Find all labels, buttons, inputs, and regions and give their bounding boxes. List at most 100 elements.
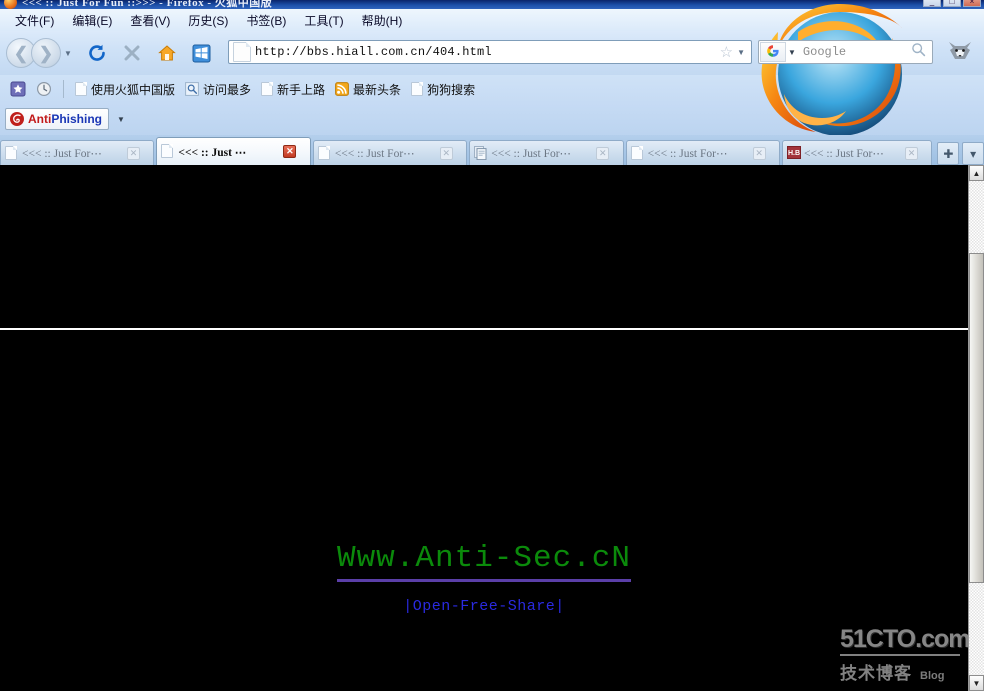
menu-item-help[interactable]: 帮助(H) (353, 10, 412, 31)
tab-close-button[interactable]: ✕ (283, 145, 297, 158)
page-icon (317, 145, 330, 160)
page-icon (411, 82, 424, 96)
new-tab-button[interactable]: ✚ (937, 142, 960, 165)
menu-item-edit[interactable]: 编辑(E) (63, 10, 121, 31)
scrollbar-track[interactable] (969, 181, 984, 675)
tab-3[interactable]: <<< :: Just For⋯ ✕ (469, 140, 624, 165)
antiphishing-label-phishing: Phishing (51, 112, 102, 126)
reload-icon (89, 44, 105, 61)
tab-2[interactable]: <<< :: Just For⋯ ✕ (312, 140, 468, 165)
search-folder-icon (185, 82, 199, 96)
search-magnifier-icon[interactable] (911, 42, 926, 62)
document-icon (474, 145, 487, 160)
forward-arrow-icon: ❯ (38, 43, 54, 63)
tab-title: <<< :: Just For⋯ (22, 148, 102, 160)
bookmark-item-1[interactable]: 访问最多 (180, 79, 256, 100)
close-button[interactable]: × (963, 0, 981, 7)
google-icon (766, 44, 781, 61)
tab-1-active[interactable]: <<< :: Just ⋯ ✕ (156, 137, 311, 165)
bookmark-label: 狗狗搜索 (427, 82, 476, 97)
bookmark-item-2[interactable]: 新手上路 (256, 79, 330, 100)
back-forward-group: ❮ ❯ ▼ (6, 38, 72, 68)
bookmark-item-0[interactable]: 使用火狐中国版 (70, 79, 180, 100)
tab-list-dropdown-button[interactable]: ▾ (962, 142, 984, 165)
tab-favicon-page-icon (161, 144, 174, 159)
search-input[interactable]: Google (803, 45, 911, 59)
bookmark-label: 新手上路 (277, 82, 326, 97)
svg-text:H.B: H.B (788, 150, 800, 157)
scroll-down-button[interactable]: ▼ (969, 675, 984, 691)
tab-close-button[interactable]: ✕ (127, 146, 140, 160)
tab-title: <<< :: Just For⋯ (804, 148, 884, 160)
stop-icon (124, 45, 140, 61)
history-dropdown-icon[interactable]: ▼ (64, 49, 72, 58)
tab-close-button[interactable]: ✕ (596, 146, 610, 160)
search-engine-dropdown-icon[interactable]: ▼ (788, 48, 796, 57)
tab-5[interactable]: H.B <<< :: Just For⋯ ✕ (782, 140, 933, 165)
tab-close-button[interactable]: ✕ (439, 146, 453, 160)
address-dropdown-icon[interactable]: ▼ (737, 48, 745, 57)
menu-item-history[interactable]: 历史(S) (179, 10, 237, 31)
bookmark-button-history-clock[interactable] (31, 79, 57, 99)
home-button[interactable] (152, 38, 182, 68)
magnifier-icon (912, 43, 926, 57)
menu-item-tools[interactable]: 工具(T) (295, 10, 352, 31)
menu-bar: 文件(F) 编辑(E) 查看(V) 历史(S) 书签(B) 工具(T) 帮助(H… (0, 9, 984, 31)
page-icon (161, 144, 174, 158)
bookmark-item-3[interactable]: 最新头条 (330, 79, 406, 100)
firefox-app-icon (4, 0, 17, 9)
back-arrow-icon: ❮ (13, 43, 29, 63)
tab-title: <<< :: Just For⋯ (334, 148, 415, 160)
maximize-button[interactable]: □ (943, 0, 961, 7)
forward-button[interactable]: ❯ (31, 38, 61, 68)
windows-tool-button[interactable] (187, 38, 217, 68)
tab-favicon-page-icon (5, 145, 18, 161)
home-icon (158, 45, 176, 61)
antiphishing-dropdown-icon[interactable]: ▼ (117, 115, 125, 124)
reload-button[interactable] (82, 38, 112, 68)
tab-close-button[interactable]: ✕ (752, 146, 766, 160)
menu-item-file[interactable]: 文件(F) (6, 10, 63, 31)
tab-strip: <<< :: Just For⋯ ✕ <<< :: Just ⋯ ✕ <<< :… (0, 135, 984, 165)
menu-item-view[interactable]: 查看(V) (121, 10, 179, 31)
page-content: Www.Anti-Sec.cN |Open-Free-Share| 51CTO.… (0, 165, 984, 691)
antiphishing-button[interactable]: Anti Phishing (5, 108, 109, 130)
tab-favicon-doc-icon (474, 145, 487, 161)
page-subtitle: |Open-Free-Share| (403, 597, 565, 615)
antiphishing-shield-icon (10, 112, 24, 126)
error-page-hero: Www.Anti-Sec.cN |Open-Free-Share| (0, 165, 968, 691)
bookmark-item-4[interactable]: 狗狗搜索 (406, 79, 480, 100)
menu-item-bookmarks[interactable]: 书签(B) (237, 10, 295, 31)
page-icon (75, 82, 87, 96)
bookmark-star-icon[interactable]: ☆ (720, 43, 733, 61)
tab-4[interactable]: <<< :: Just For⋯ ✕ (625, 140, 781, 165)
address-bar[interactable]: http://bbs.hiall.com.cn/404.html ☆ ▼ (228, 40, 752, 64)
antiphishing-label-anti: Anti (28, 112, 52, 126)
fox-head-icon (949, 42, 971, 59)
bookmark-label: 使用火狐中国版 (91, 82, 176, 97)
address-bar-input[interactable]: http://bbs.hiall.com.cn/404.html (255, 45, 720, 59)
tab-favicon-hb-icon: H.B (787, 145, 802, 161)
scroll-up-button[interactable]: ▲ (969, 165, 984, 181)
vertical-scrollbar[interactable]: ▲ ▼ (968, 165, 984, 691)
nav-button-row: ❮ ❯ ▼ (0, 33, 217, 73)
bookmark-button-most-visited-star[interactable] (5, 79, 31, 99)
page-icon (630, 145, 643, 160)
tab-0[interactable]: <<< :: Just For⋯ ✕ (0, 140, 155, 165)
scrollbar-thumb[interactable] (969, 253, 984, 583)
tab-close-button[interactable]: ✕ (905, 146, 919, 160)
page-title: Www.Anti-Sec.cN (336, 541, 632, 582)
bookmarks-separator (63, 80, 64, 98)
search-engine-button[interactable] (760, 42, 786, 62)
bookmark-label: 访问最多 (203, 82, 252, 97)
minimize-button[interactable]: _ (923, 0, 941, 7)
windows-grid-icon (192, 44, 211, 62)
window-title: <<< :: Just For Fun ::>>> - Firefox - 火狐… (22, 0, 273, 9)
tab-title: <<< :: Just ⋯ (178, 146, 247, 159)
hb-badge-icon: H.B (787, 145, 802, 159)
stop-button[interactable] (117, 38, 147, 68)
extension-toolbar: Anti Phishing ▼ (0, 103, 984, 135)
bookmark-label: 最新头条 (353, 82, 402, 97)
browser-window: <<< :: Just For Fun ::>>> - Firefox - 火狐… (0, 0, 984, 691)
search-bar[interactable]: ▼ Google (758, 40, 933, 64)
